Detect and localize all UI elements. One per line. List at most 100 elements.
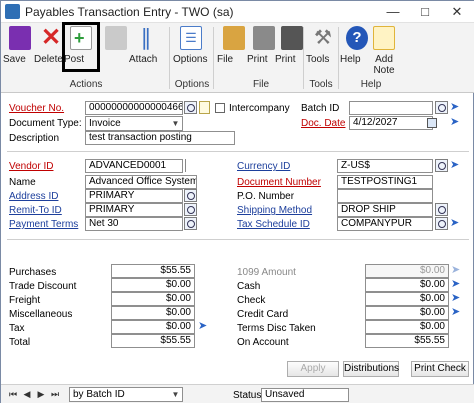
voucher-no-field[interactable]: 00000000000000466 — [85, 101, 183, 115]
document-type-select[interactable]: Invoice ▼ — [85, 116, 183, 131]
close-button[interactable]: ✕ — [441, 1, 473, 23]
apply-button[interactable]: Apply — [287, 361, 339, 377]
terms-disc-taken-field[interactable]: $0.00 — [365, 320, 449, 334]
calendar-icon[interactable] — [427, 118, 437, 128]
address-id-field[interactable]: PRIMARY — [85, 189, 183, 203]
address-id-label[interactable]: Address ID — [9, 191, 58, 202]
folder-icon — [223, 26, 245, 50]
distributions-button[interactable]: Distributions — [343, 361, 399, 377]
help-icon: ? — [346, 26, 368, 50]
add-note-label: Add Note — [373, 54, 395, 76]
currency-expand-arrow-icon[interactable]: ➤ — [450, 159, 461, 172]
tax-expand-arrow-icon[interactable]: ➤ — [198, 320, 209, 333]
vendor-name-field[interactable]: Advanced Office Systems — [85, 175, 197, 189]
divider — [7, 239, 469, 240]
print-check-button[interactable]: Print Check — [411, 361, 469, 377]
chevron-down-icon: ▼ — [171, 390, 180, 399]
voucher-lookup-icon[interactable] — [184, 101, 197, 114]
tax-schedule-lookup-icon[interactable] — [435, 217, 448, 230]
credit-card-label: Credit Card — [237, 309, 289, 320]
sort-by-select[interactable]: by Batch ID ▼ — [69, 387, 183, 402]
chevron-down-icon: ▼ — [171, 119, 180, 128]
title-bar: Payables Transaction Entry - TWO (sa) — … — [1, 1, 474, 23]
remit-to-id-label[interactable]: Remit-To ID — [9, 205, 62, 216]
ribbon-separator — [169, 27, 170, 89]
tax-schedule-expand-arrow-icon[interactable]: ➤ — [450, 217, 461, 230]
1099-amount-label: 1099 Amount — [237, 267, 296, 278]
last-record-icon[interactable]: ⏭ — [49, 388, 61, 400]
maximize-button[interactable]: □ — [409, 1, 441, 23]
remit-to-lookup-icon[interactable] — [184, 203, 197, 216]
cash-field[interactable]: $0.00 — [365, 278, 449, 292]
credit-card-expand-arrow-icon[interactable]: ➤ — [451, 306, 462, 319]
check-field[interactable]: $0.00 — [365, 292, 449, 306]
doc-date-field[interactable]: 4/12/2027 — [349, 116, 433, 130]
address-lookup-icon[interactable] — [184, 189, 197, 202]
remit-to-id-field[interactable]: PRIMARY — [85, 203, 183, 217]
batch-expand-arrow-icon[interactable]: ➤ — [450, 101, 461, 114]
previous-record-icon[interactable]: ◀ — [21, 388, 33, 400]
vendor-id-field[interactable]: ADVANCED0001 — [85, 159, 183, 173]
options-button[interactable]: ☰ Options — [173, 26, 209, 76]
shipping-method-label[interactable]: Shipping Method — [237, 205, 312, 216]
currency-id-label[interactable]: Currency ID — [237, 161, 290, 172]
tax-label: Tax — [9, 323, 25, 334]
purchases-field[interactable]: $55.55 — [111, 264, 195, 278]
freight-field[interactable]: $0.00 — [111, 292, 195, 306]
file-button[interactable]: File — [217, 26, 251, 76]
total-field: $55.55 — [111, 334, 195, 348]
document-number-label[interactable]: Document Number — [237, 177, 321, 188]
batch-id-field[interactable] — [349, 101, 433, 115]
attach-icon: ∥ — [140, 25, 152, 50]
document-number-field[interactable]: TESTPOSTING1 — [337, 175, 433, 189]
add-note-button[interactable]: Add Note — [367, 26, 401, 86]
trade-discount-label: Trade Discount — [9, 281, 77, 292]
purchases-label: Purchases — [9, 267, 57, 278]
document-type-value: Invoice — [89, 118, 121, 129]
currency-lookup-icon[interactable] — [435, 159, 448, 172]
attach-button[interactable]: ∥ Attach — [129, 26, 163, 76]
tax-schedule-id-label[interactable]: Tax Schedule ID — [237, 219, 310, 230]
voucher-no-label[interactable]: Voucher No. — [9, 103, 64, 114]
trade-discount-field[interactable]: $0.00 — [111, 278, 195, 292]
currency-id-field[interactable]: Z-US$ — [337, 159, 433, 173]
date-expand-arrow-icon[interactable]: ➤ — [450, 116, 461, 129]
check-expand-arrow-icon[interactable]: ➤ — [451, 292, 462, 305]
vendor-id-label[interactable]: Vendor ID — [9, 161, 53, 172]
miscellaneous-field[interactable]: $0.00 — [111, 306, 195, 320]
payables-transaction-entry-window: Payables Transaction Entry - TWO (sa) — … — [0, 0, 474, 403]
save-label: Save — [3, 54, 26, 65]
intercompany-checkbox[interactable] — [215, 103, 225, 113]
app-icon — [5, 4, 20, 19]
vendor-flag-icon — [185, 159, 195, 172]
credit-card-field[interactable]: $0.00 — [365, 306, 449, 320]
file-label: File — [217, 54, 234, 65]
po-number-field[interactable] — [337, 189, 433, 203]
tools-button[interactable]: ⚒ Tools — [306, 26, 340, 76]
batch-lookup-icon[interactable] — [435, 101, 448, 114]
tax-schedule-id-field[interactable]: COMPANYPUR — [337, 217, 433, 231]
freight-label: Freight — [9, 295, 41, 306]
payment-terms-lookup-icon[interactable] — [184, 217, 197, 230]
payment-terms-field[interactable]: Net 30 — [85, 217, 183, 231]
group-options: Options — [174, 79, 210, 90]
check-label: Check — [237, 295, 266, 306]
first-record-icon[interactable]: ⏮ — [7, 388, 19, 400]
minimize-button[interactable]: — — [377, 1, 409, 23]
doc-date-label[interactable]: Doc. Date — [301, 118, 345, 129]
payment-terms-label[interactable]: Payment Terms — [9, 219, 78, 230]
next-record-icon[interactable]: ▶ — [35, 388, 47, 400]
shipping-lookup-icon[interactable] — [435, 203, 448, 216]
group-tools: Tools — [309, 79, 333, 90]
description-field[interactable]: test transaction posting — [85, 131, 235, 145]
1099-amount-field: $0.00 — [365, 264, 449, 278]
cash-expand-arrow-icon[interactable]: ➤ — [451, 278, 462, 291]
description-label: Description — [9, 133, 60, 144]
tax-field[interactable]: $0.00 — [111, 320, 195, 334]
save-button[interactable]: Save — [3, 26, 37, 76]
note-icon[interactable] — [199, 101, 210, 114]
grid-button — [99, 26, 133, 76]
shipping-method-field[interactable]: DROP SHIP — [337, 203, 433, 217]
name-label: Name — [9, 177, 36, 188]
tools-icon: ⚒ — [314, 27, 332, 49]
